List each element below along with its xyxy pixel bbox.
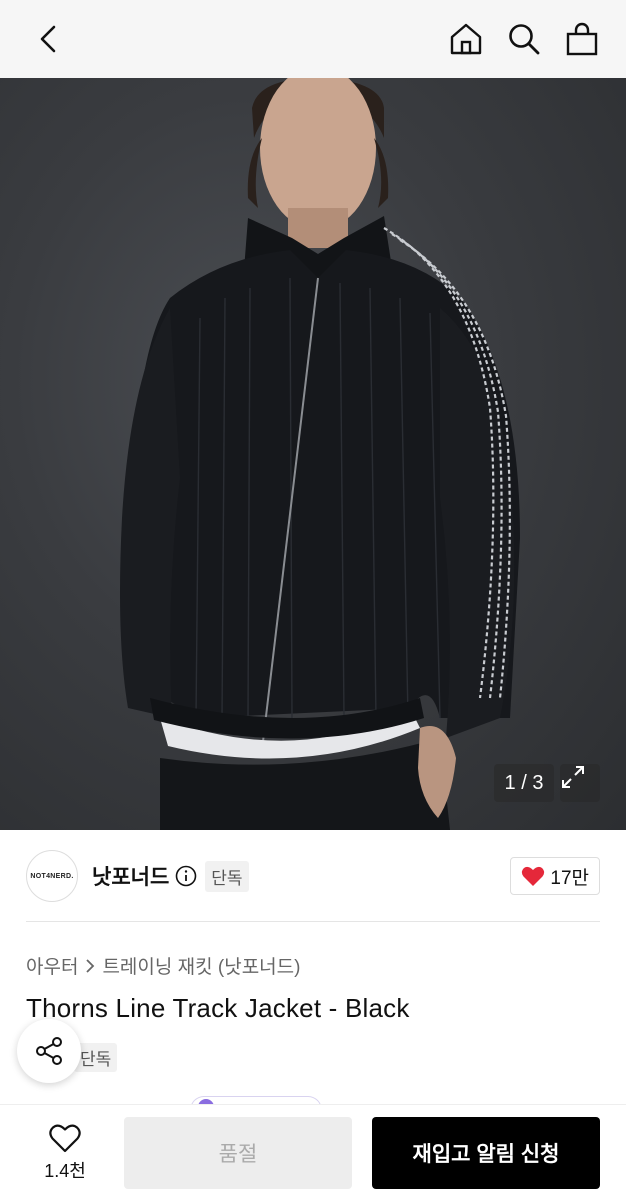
top-bar [0,0,626,78]
breadcrumb-item-category[interactable]: 아우터 [26,952,78,979]
soldout-button[interactable]: 품절 [124,1116,352,1189]
bottom-action-bar: 1.4천 품절 재입고 알림 신청 [0,1104,626,1200]
brand-row: NOT4NERD. 낫포너드 단독 17만 [26,848,600,904]
chevron-left-icon [40,25,56,53]
product-photo-illustration [120,78,520,830]
home-icon [450,23,482,55]
exclusive-tag: 단독 [205,860,249,892]
brand-like-count: 17만 [550,867,589,889]
cart-button[interactable] [564,21,600,57]
search-icon [509,24,540,55]
search-button[interactable] [506,21,542,57]
breadcrumb: 아우터 트레이닝 재킷 (낫포너드) [26,952,300,979]
info-icon[interactable] [175,865,197,887]
back-button[interactable] [30,21,66,57]
product-image[interactable]: 1 / 3 [0,78,626,830]
wishlist-count: 1.4천 [44,1160,86,1181]
expand-button[interactable] [560,764,600,802]
home-button[interactable] [448,21,484,57]
chevron-right-icon [86,958,95,973]
product-title: Thorns Line Track Jacket - Black [26,993,410,1023]
expand-icon [562,766,584,788]
shopping-bag-icon [566,22,598,56]
divider [26,921,600,922]
heart-filled-icon [522,866,545,886]
brand-like-button[interactable]: 17만 [510,857,600,895]
heart-outline-icon [49,1124,81,1152]
share-icon [36,1037,62,1065]
brand-logo[interactable]: NOT4NERD. [26,850,78,902]
image-counter: 1 / 3 [494,764,554,802]
breadcrumb-item-subcategory[interactable]: 트레이닝 재킷 (낫포너드) [102,952,300,979]
brand-name[interactable]: 낫포너드 [92,861,169,891]
share-button[interactable] [17,1019,81,1083]
wishlist-button[interactable]: 1.4천 [22,1123,108,1183]
restock-alert-button[interactable]: 재입고 알림 신청 [372,1116,600,1189]
